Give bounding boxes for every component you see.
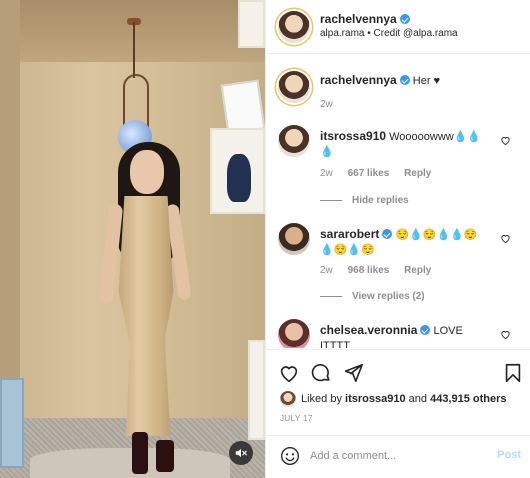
comment-username[interactable]: sararobert	[320, 227, 379, 241]
speaker-muted-icon	[235, 448, 247, 458]
header-subtitle[interactable]: alpa.rama • Credit @alpa.rama	[320, 28, 458, 39]
vase	[227, 154, 251, 202]
comment-meta: 2w	[320, 99, 345, 110]
post-actions: Liked by itsrossa910 and 443,915 others …	[266, 349, 530, 435]
avatar[interactable]	[278, 11, 310, 43]
header-username[interactable]: rachelvennya	[320, 12, 397, 26]
likes-summary: Liked by itsrossa910 and 443,915 others	[280, 389, 507, 409]
comment-composer: Post	[266, 435, 530, 478]
reply-button[interactable]: Reply	[404, 265, 431, 276]
heart-icon[interactable]	[500, 329, 511, 340]
comment-item: itsrossa910 Wooooowww💧💧💧 2w 667 likes Re…	[266, 125, 530, 215]
comment-text-row: sararobert 😌💧😌💧💧😌💧😌💧😌	[320, 227, 490, 258]
post-button[interactable]: Post	[497, 449, 521, 461]
verified-badge-icon	[399, 75, 410, 85]
comment-item: chelsea.veronnia LOVE ITTTT	[266, 319, 530, 348]
emoji-icon[interactable]	[280, 446, 300, 466]
photo-frame	[220, 79, 265, 135]
comment-input[interactable]	[310, 445, 490, 467]
lamp-rod	[133, 22, 135, 78]
verified-badge-icon	[399, 14, 410, 24]
heart-icon[interactable]	[500, 135, 511, 146]
wall-shelf	[248, 340, 265, 440]
share-icon[interactable]	[342, 362, 364, 384]
wall-shelf	[238, 0, 265, 48]
post-header: rachelvennya alpa.rama • Credit @alpa.ra…	[266, 0, 530, 54]
heart-icon[interactable]	[500, 233, 511, 244]
others-count[interactable]: 443,915 others	[430, 393, 506, 405]
bookmark-icon[interactable]	[502, 362, 524, 384]
view-replies-button[interactable]: View replies (2)	[320, 291, 425, 302]
comment-item: sararobert 😌💧😌💧💧😌💧😌💧😌 2w 968 likes Reply…	[266, 223, 530, 303]
post-date[interactable]: JULY 17	[280, 414, 313, 423]
comment-username[interactable]: rachelvennya	[320, 73, 397, 87]
comment-text: Her ♥	[412, 75, 441, 87]
liked-by-suffix: and	[408, 393, 428, 405]
heel	[132, 432, 148, 474]
post-media[interactable]	[0, 0, 265, 478]
comment-text-row: itsrossa910 Wooooowww💧💧💧	[320, 129, 490, 160]
hide-replies-button[interactable]: Hide replies	[320, 195, 409, 206]
comment-username[interactable]: itsrossa910	[320, 129, 386, 143]
comment-time[interactable]: 2w	[320, 168, 333, 179]
rug	[30, 448, 230, 478]
comment-time[interactable]: 2w	[320, 265, 333, 276]
verified-badge-icon	[382, 229, 393, 239]
caption-text-row: rachelvennya Her ♥	[320, 73, 490, 89]
header-username-row: rachelvennya	[320, 12, 410, 26]
comment-username[interactable]: chelsea.veronnia	[320, 323, 417, 337]
comment-likes[interactable]: 667 likes	[348, 168, 390, 179]
comment-likes[interactable]: 968 likes	[348, 265, 390, 276]
reply-button[interactable]: Reply	[404, 168, 431, 179]
avatar[interactable]	[278, 223, 310, 255]
heart-icon[interactable]	[278, 362, 300, 384]
comment-time[interactable]: 2w	[320, 99, 333, 110]
avatar[interactable]	[278, 125, 310, 157]
avatar[interactable]	[278, 71, 310, 103]
comment-meta: 2w 667 likes Reply	[320, 168, 443, 179]
comment-icon[interactable]	[310, 362, 332, 384]
cabinet	[0, 378, 24, 468]
comment-text-row: chelsea.veronnia LOVE ITTTT	[320, 323, 490, 348]
heel	[156, 440, 174, 472]
caption-item: rachelvennya Her ♥ 2w	[266, 69, 530, 129]
person-face	[130, 150, 164, 194]
comments-list[interactable]: rachelvennya Her ♥ 2w itsrossa910 Wooooo…	[266, 55, 530, 348]
liked-by-user[interactable]: itsrossa910	[345, 393, 406, 405]
comment-meta: 2w 968 likes Reply	[320, 265, 443, 276]
post-panel: rachelvennya alpa.rama • Credit @alpa.ra…	[265, 0, 530, 478]
liker-avatar[interactable]	[280, 391, 296, 407]
avatar[interactable]	[278, 319, 310, 348]
liked-by-prefix: Liked by	[301, 393, 342, 405]
verified-badge-icon	[420, 325, 431, 335]
mute-button[interactable]	[229, 441, 253, 465]
